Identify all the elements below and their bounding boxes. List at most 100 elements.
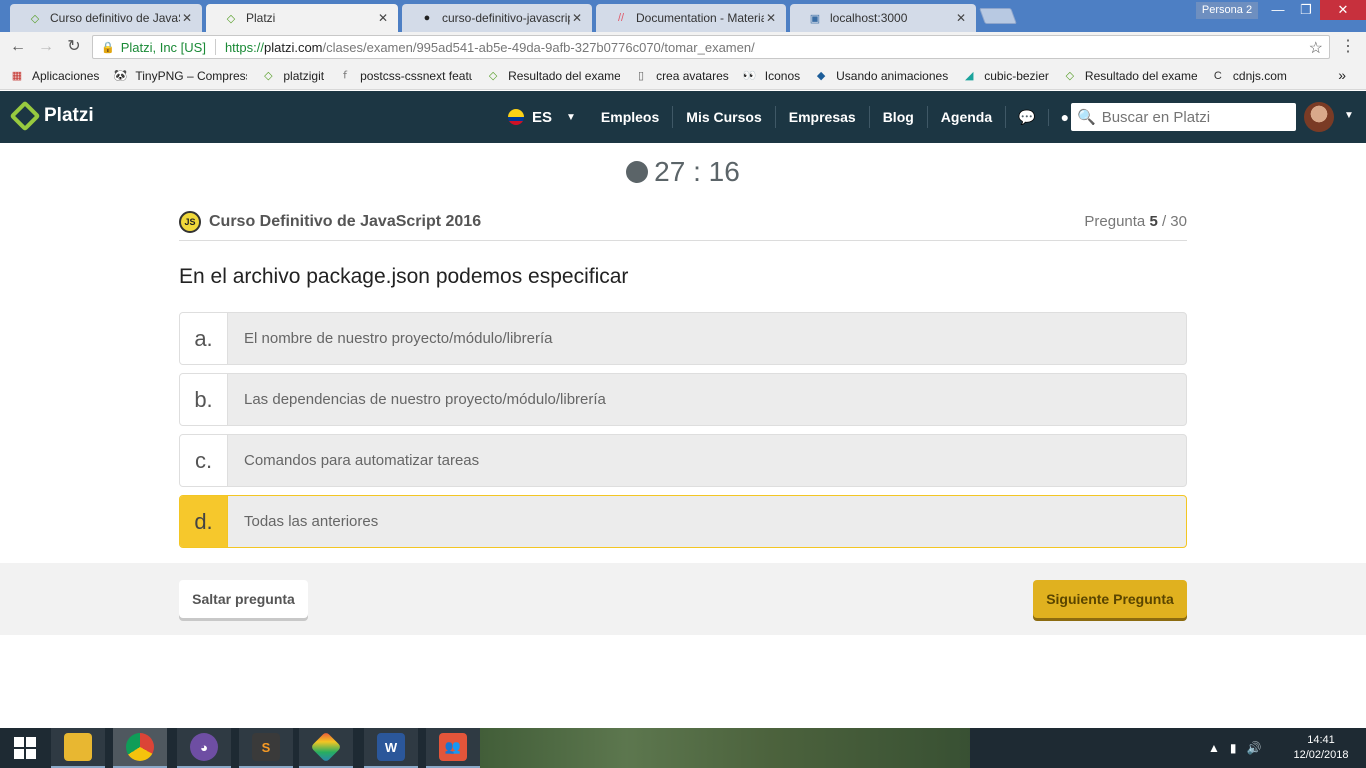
url-divider bbox=[214, 39, 216, 55]
close-icon[interactable]: ✕ bbox=[180, 11, 194, 25]
option-text: Las dependencias de nuestro proyecto/mód… bbox=[244, 391, 606, 408]
word-icon[interactable]: W bbox=[364, 728, 418, 768]
option-letter: c. bbox=[180, 435, 228, 486]
platzi-logo[interactable]: Platzi bbox=[9, 100, 94, 132]
url-host: platzi.com bbox=[263, 39, 323, 55]
restore-icon[interactable]: ❐ bbox=[1292, 0, 1320, 20]
url-path: /clases/examen/995ad541-ab5e-49da-9afb-3… bbox=[322, 39, 755, 55]
new-tab-button[interactable] bbox=[979, 8, 1017, 24]
chat-bubble-icon[interactable]: 💬 bbox=[1006, 108, 1049, 126]
bookmark-label: Usando animaciones bbox=[836, 68, 949, 83]
bookmark-label: platzigit bbox=[283, 68, 325, 83]
bookmark-aplicaciones[interactable]: ▦ Aplicaciones bbox=[10, 69, 100, 83]
answer-option-c[interactable]: c. Comandos para automatizar tareas bbox=[179, 434, 1187, 487]
bookmark-resultado-2[interactable]: ◇ Resultado del exame bbox=[1063, 69, 1197, 83]
system-tray: ▲ ▮ 🔊 bbox=[1208, 728, 1271, 768]
volume-icon[interactable]: 🔊 bbox=[1247, 741, 1262, 755]
system-clock[interactable]: 14:41 12/02/2018 bbox=[1286, 733, 1356, 763]
answer-option-b[interactable]: b. Las dependencias de nuestro proyecto/… bbox=[179, 373, 1187, 426]
start-button[interactable] bbox=[0, 728, 50, 768]
tab-label: Curso definitivo de JavaS bbox=[50, 11, 180, 25]
tab-documentation[interactable]: // Documentation - Materia ✕ bbox=[596, 4, 786, 32]
page-icon: ▯ bbox=[638, 70, 645, 82]
search-input[interactable] bbox=[1101, 108, 1292, 126]
close-icon[interactable]: ✕ bbox=[376, 11, 390, 25]
browser-menu-icon[interactable]: ⋮ bbox=[1340, 36, 1356, 56]
page-icon: ▣ bbox=[809, 12, 821, 25]
nav-blog[interactable]: Blog bbox=[870, 106, 928, 128]
close-icon[interactable]: ✕ bbox=[570, 11, 584, 25]
bird-icon: ◆ bbox=[816, 70, 826, 82]
bookmark-cdnjs[interactable]: C cdnjs.com bbox=[1211, 69, 1287, 83]
file-explorer-icon[interactable] bbox=[51, 728, 105, 768]
language-selector[interactable]: ES bbox=[532, 109, 552, 126]
option-letter: a. bbox=[180, 313, 228, 364]
battery-icon[interactable]: ▮ bbox=[1230, 741, 1237, 755]
back-arrow-icon[interactable]: ← bbox=[8, 37, 28, 57]
sublime-icon[interactable]: S bbox=[239, 728, 293, 768]
chevron-down-icon[interactable]: ▼ bbox=[566, 112, 576, 123]
clock-date: 12/02/2018 bbox=[1293, 749, 1349, 761]
tab-label: localhost:3000 bbox=[830, 11, 908, 25]
question-text: En el archivo package.json podemos espec… bbox=[179, 265, 629, 288]
platzi-icon: ◇ bbox=[488, 70, 498, 82]
bookmark-cubic-bezier[interactable]: ◢ cubic-bezier bbox=[962, 69, 1049, 83]
people-icon[interactable]: 👥 bbox=[426, 728, 480, 768]
platzi-logo-icon bbox=[9, 100, 41, 132]
search-box[interactable]: 🔍 bbox=[1071, 103, 1296, 131]
skip-question-button[interactable]: Saltar pregunta bbox=[179, 580, 308, 618]
reload-icon[interactable]: ↻ bbox=[64, 37, 84, 57]
nav-empresas[interactable]: Empresas bbox=[776, 106, 870, 128]
bookmark-postcss[interactable]: ꬵ postcss-cssnext featu bbox=[338, 69, 472, 83]
nav-mis-cursos[interactable]: Mis Cursos bbox=[673, 106, 776, 128]
lock-icon: 🔒 bbox=[101, 41, 115, 54]
option-text: Todas las anteriores bbox=[244, 513, 379, 530]
octocat-icon: ◕ bbox=[190, 733, 218, 761]
chrome-logo-icon bbox=[126, 733, 154, 761]
tab-github[interactable]: ● curso-definitivo-javascrip ✕ bbox=[402, 4, 592, 32]
forward-arrow-icon[interactable]: → bbox=[36, 37, 56, 57]
url-bar[interactable]: 🔒 Platzi, Inc [US] https:// platzi.com /… bbox=[92, 35, 1330, 59]
platzi-icon: ◇ bbox=[226, 12, 236, 25]
gitkraken-icon[interactable] bbox=[299, 728, 353, 768]
platzi-nav: ES ▼ Empleos Mis Cursos Empresas Blog Ag… bbox=[508, 91, 1081, 143]
exam-timer: 27 : 16 bbox=[0, 156, 1366, 188]
avatar[interactable] bbox=[1304, 102, 1334, 132]
more-bookmarks-icon[interactable]: » bbox=[1338, 67, 1346, 83]
search-icon: 🔍 bbox=[1077, 109, 1096, 126]
exam-footer: Saltar pregunta Siguiente Pregunta bbox=[0, 563, 1366, 635]
tab-curso-definitivo[interactable]: ◇ Curso definitivo de JavaS ✕ bbox=[10, 4, 202, 32]
answer-option-d[interactable]: d. Todas las anteriores bbox=[179, 495, 1187, 548]
bookmark-usando-animaciones[interactable]: ◆ Usando animaciones bbox=[814, 69, 948, 83]
nav-agenda[interactable]: Agenda bbox=[928, 106, 1007, 128]
chevron-up-icon[interactable]: ▲ bbox=[1208, 741, 1220, 755]
platzi-icon: ◇ bbox=[264, 70, 273, 82]
minimize-icon[interactable]: — bbox=[1264, 0, 1292, 20]
course-name: Curso Definitivo de JavaScript 2016 bbox=[209, 213, 482, 230]
tab-platzi[interactable]: ◇ Platzi ✕ bbox=[206, 4, 398, 32]
bookmark-tinypng[interactable]: 🐼 TinyPNG – Compress bbox=[113, 69, 248, 83]
windows-taskbar: ◕ S W 👥 ▲ ▮ 🔊 14:41 12/02/2018 bbox=[0, 728, 1366, 768]
window-close-icon[interactable]: ✕ bbox=[1320, 0, 1366, 20]
close-icon[interactable]: ✕ bbox=[954, 11, 968, 25]
bookmark-iconos[interactable]: 👀 Iconos bbox=[743, 69, 800, 83]
folder-icon bbox=[64, 733, 92, 761]
profile-badge[interactable]: Persona 2 bbox=[1196, 2, 1258, 19]
bookmark-label: crea avatares bbox=[656, 68, 729, 83]
close-icon[interactable]: ✕ bbox=[764, 11, 778, 25]
chevron-down-icon[interactable]: ▼ bbox=[1344, 110, 1354, 121]
nav-empleos[interactable]: Empleos bbox=[588, 106, 674, 128]
course-header: JS Curso Definitivo de JavaScript 2016 P… bbox=[179, 210, 1187, 241]
bookmark-platzigit[interactable]: ◇ platzigit bbox=[261, 69, 324, 83]
bookmark-resultado-1[interactable]: ◇ Resultado del exame bbox=[486, 69, 620, 83]
chrome-icon[interactable] bbox=[113, 728, 167, 768]
tab-localhost[interactable]: ▣ localhost:3000 ✕ bbox=[790, 4, 976, 32]
address-toolbar: ← → ↻ 🔒 Platzi, Inc [US] https:// platzi… bbox=[0, 32, 1366, 62]
answer-option-a[interactable]: a. El nombre de nuestro proyecto/módulo/… bbox=[179, 312, 1187, 365]
bookmark-star-icon[interactable]: ☆ bbox=[1309, 38, 1323, 58]
next-question-button[interactable]: Siguiente Pregunta bbox=[1033, 580, 1187, 618]
word-logo-icon: W bbox=[377, 733, 405, 761]
bookmark-crea-avatares[interactable]: ▯ crea avatares bbox=[634, 69, 729, 83]
platzi-icon: ◇ bbox=[30, 12, 40, 25]
github-desktop-icon[interactable]: ◕ bbox=[177, 728, 231, 768]
